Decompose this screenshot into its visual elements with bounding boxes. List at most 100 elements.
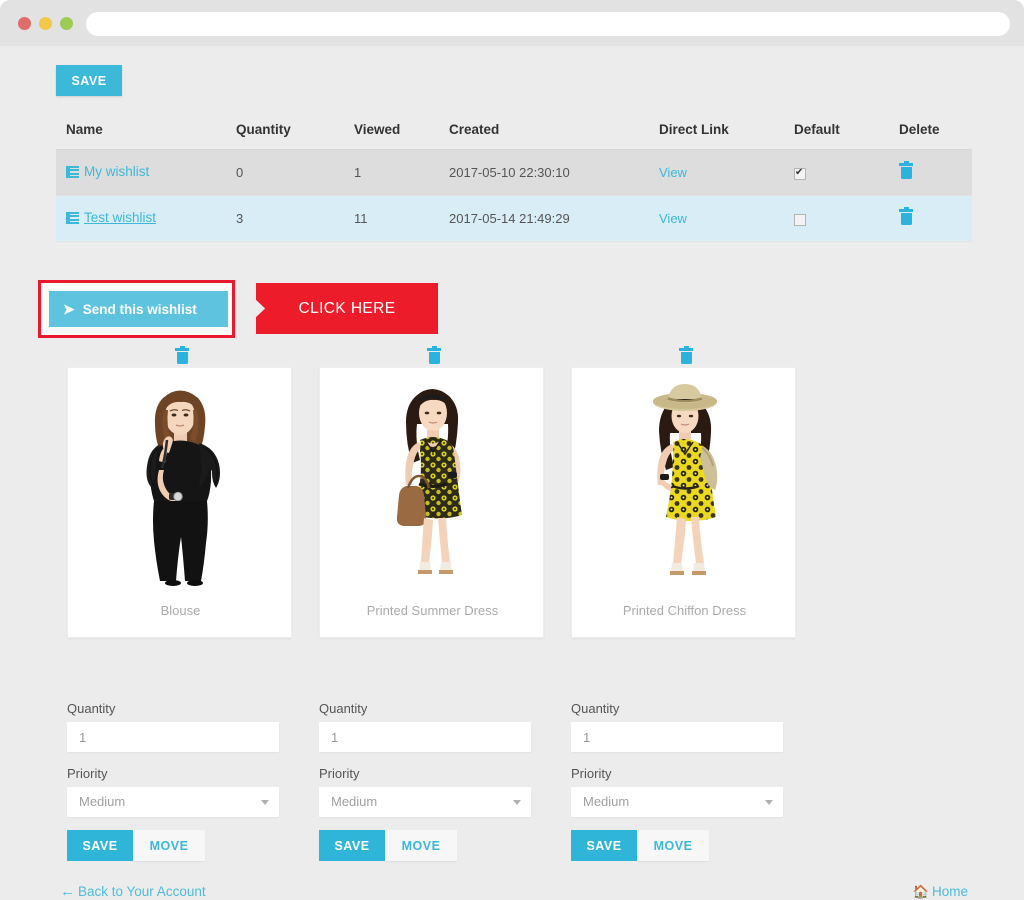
table-body: My wishlist 0 1 2017-05-10 22:30:10 View [56,149,972,242]
product-name-label: Blouse [160,603,201,618]
default-checkbox[interactable] [794,166,806,180]
wishlist-name-label: My wishlist [84,164,150,180]
view-link[interactable]: View [659,211,687,226]
paper-plane-icon: ➤ [63,301,75,317]
view-link[interactable]: View [659,165,687,180]
cell-quantity: 3 [226,195,344,242]
wishlist-link-my-wishlist[interactable]: My wishlist [66,164,149,179]
move-button[interactable]: MOVE [637,830,709,861]
send-wishlist-highlight-box: ➤ Send this wishlist [38,280,235,338]
column-header-direct-link: Direct Link [649,110,784,150]
cell-created: 2017-05-14 21:49:29 [439,195,649,242]
cell-viewed: 11 [344,195,439,242]
table-row[interactable]: My wishlist 0 1 2017-05-10 22:30:10 View [56,149,972,196]
summer-dress-model-illustration [396,389,462,574]
column-header-default: Default [784,110,889,150]
home-label: Home [931,884,968,899]
list-icon [66,211,79,225]
back-to-account-label: Back to Your Account [78,884,206,899]
form-buttons: SAVE MOVE [571,830,783,861]
table-row[interactable]: Test wishlist 3 11 2017-05-14 21:49:29 V… [56,195,972,242]
trash-icon[interactable] [899,206,913,225]
product-card[interactable]: Printed Chiffon Dress [571,367,796,638]
quantity-input[interactable] [571,722,783,752]
page-content: SAVE Name Quantity Viewed Created Direct… [0,46,1024,900]
back-to-account-link[interactable]: ← Back to Your Account [60,884,206,899]
cell-viewed: 1 [344,149,439,196]
cell-name: Test wishlist [56,195,226,242]
cell-delete [889,195,972,242]
product-delete-row [308,345,560,364]
cell-default [784,195,889,242]
table-header-row: Name Quantity Viewed Created Direct Link… [56,110,972,150]
column-header-delete: Delete [889,110,972,150]
priority-selected-value: Medium [583,794,630,809]
quantity-label: Quantity [67,701,116,716]
product-name-label: Printed Chiffon Dress [622,603,747,618]
priority-label: Priority [319,766,360,781]
product-form: Quantity Priority Medium SAVE MOVE [319,701,531,861]
form-buttons: SAVE MOVE [319,830,531,861]
click-here-label: CLICK HERE [298,299,396,317]
browser-chrome [0,0,1024,46]
wishlists-table: Name Quantity Viewed Created Direct Link… [56,110,972,242]
table-header: Name Quantity Viewed Created Direct Link… [56,110,972,150]
move-button[interactable]: MOVE [133,830,205,861]
quantity-input[interactable] [319,722,531,752]
cell-delete [889,149,972,196]
blouse-model-illustration [146,390,220,586]
click-here-callout[interactable]: CLICK HERE [256,283,438,334]
cell-created: 2017-05-10 22:30:10 [439,149,649,196]
priority-selected-value: Medium [331,794,378,809]
maximize-window-button[interactable] [60,17,73,30]
cell-quantity: 0 [226,149,344,196]
product-name-label: Printed Summer Dress [366,603,499,618]
product-image [320,374,545,604]
product-card[interactable]: Blouse [67,367,292,638]
product-delete-row [56,345,308,364]
priority-label: Priority [67,766,108,781]
column-header-quantity: Quantity [226,110,344,150]
product-form: Quantity Priority Medium SAVE MOVE [571,701,783,861]
address-bar-input[interactable] [86,12,1010,36]
save-button[interactable]: SAVE [67,830,133,861]
form-buttons: SAVE MOVE [67,830,279,861]
quantity-label: Quantity [319,701,368,716]
product-delete-row [560,345,812,364]
move-button[interactable]: MOVE [385,830,457,861]
chevron-down-icon [261,800,269,805]
column-header-created: Created [439,110,649,150]
cell-direct-link: View [649,195,784,242]
home-icon: 🏠 [912,884,929,899]
wishlist-link-test-wishlist[interactable]: Test wishlist [66,210,156,225]
column-header-viewed: Viewed [344,110,439,150]
send-button-label: Send this wishlist [82,301,197,317]
save-button[interactable]: SAVE [319,830,385,861]
minimize-window-button[interactable] [39,17,52,30]
cell-default [784,149,889,196]
trash-icon[interactable] [899,160,913,179]
trash-icon[interactable] [175,345,189,364]
column-header-name: Name [56,110,226,150]
product-card[interactable]: Printed Summer Dress [319,367,544,638]
priority-selected-value: Medium [79,794,126,809]
chevron-down-icon [513,800,521,805]
priority-select[interactable]: Medium [319,787,531,817]
home-link[interactable]: 🏠 Home [913,884,968,899]
priority-select[interactable]: Medium [571,787,783,817]
priority-select[interactable]: Medium [67,787,279,817]
arrow-left-icon: ← [60,883,75,900]
save-button[interactable]: SAVE [571,830,637,861]
close-window-button[interactable] [18,17,31,30]
quantity-label: Quantity [571,701,620,716]
product-form: Quantity Priority Medium SAVE MOVE [67,701,279,861]
send-this-wishlist-button[interactable]: ➤ Send this wishlist [49,291,228,327]
wishlist-name-label: Test wishlist [84,210,157,226]
default-checkbox[interactable] [794,213,806,226]
trash-icon[interactable] [427,345,441,364]
trash-icon[interactable] [679,345,693,364]
save-wishlists-button[interactable]: SAVE [56,65,122,96]
quantity-input[interactable] [67,722,279,752]
list-icon [66,165,79,179]
window-controls [18,17,73,30]
